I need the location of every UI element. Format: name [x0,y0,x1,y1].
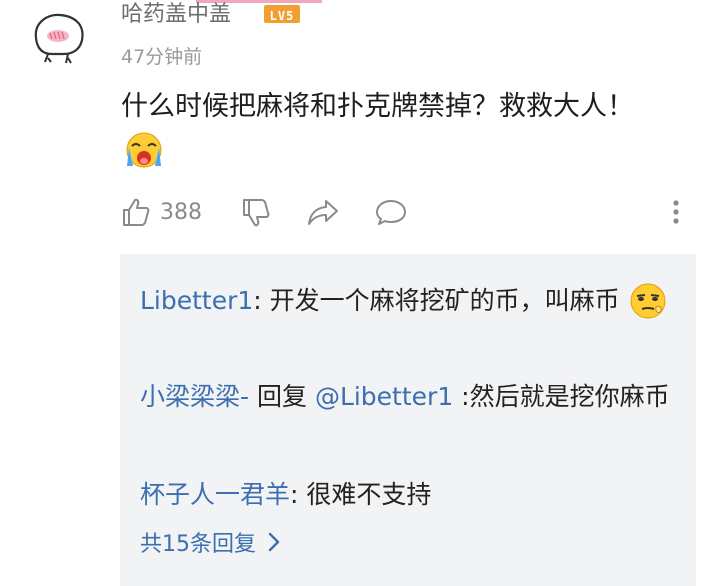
reply-username[interactable]: 小梁梁梁- [140,382,249,411]
reply-label: 回复 [249,382,315,411]
reply-username[interactable]: Libetter1 [140,286,253,315]
share-button[interactable] [306,190,340,234]
view-more-replies-link[interactable]: 共15条回复 [140,526,284,558]
reply-mention[interactable]: @Libetter1 [315,382,453,411]
reply-panel: Libetter1: 开发一个麻将挖矿的币，叫麻币 小梁梁梁- 回复 @Libe… [120,254,696,586]
reply-text: 很难不支持 [306,480,432,509]
reply-separator: : [253,286,270,315]
like-count: 388 [160,199,202,225]
reply-text: :然后就是挖你麻币 [453,382,670,411]
reply-item[interactable]: 杯子人一君羊: 很难不支持 [140,474,680,516]
reply-item[interactable]: 小梁梁梁- 回复 @Libetter1 :然后就是挖你麻币 [140,376,680,418]
comment-username[interactable]: 哈药盖中盖 [121,2,231,28]
more-replies-label: 共15条回复 [140,532,256,557]
reply-text: 开发一个麻将挖矿的币，叫麻币 [269,286,620,315]
like-button[interactable]: 388 [120,190,202,234]
thumbs-up-icon [123,198,150,226]
thumbs-down-icon [243,199,270,227]
comment-time: 47分钟前 [121,46,203,68]
action-bar: 388 [0,190,706,234]
level-badge: LV5 [264,5,300,23]
crying-emoji-icon [123,128,165,170]
more-icon [673,200,679,224]
more-button[interactable] [666,190,686,234]
comment-button[interactable] [374,190,408,234]
reply-username[interactable]: 杯子人一君羊 [140,480,290,509]
dislike-button[interactable] [240,190,272,234]
comment-icon [376,200,406,225]
avatar[interactable] [30,10,88,68]
chevron-right-icon [268,532,280,552]
share-icon [308,200,338,225]
reply-separator: : [290,480,307,509]
smirk-emoji-icon [628,281,668,324]
reply-item[interactable]: Libetter1: 开发一个麻将挖矿的币，叫麻币 [140,280,680,324]
comment-text: 什么时候把麻将和扑克牌禁掉？救救大人！ [121,91,634,122]
